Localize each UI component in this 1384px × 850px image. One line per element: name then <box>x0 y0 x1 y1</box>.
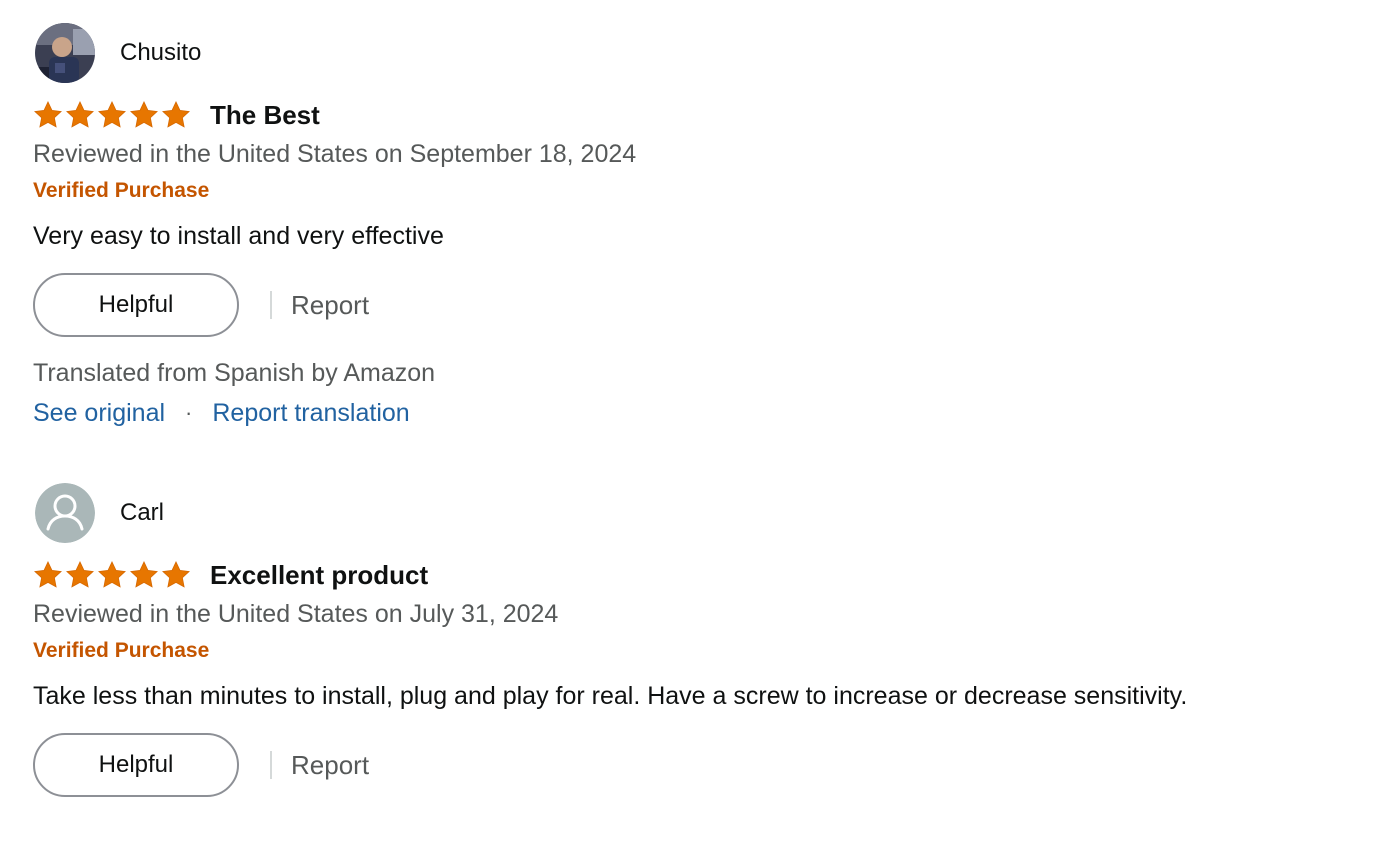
review-title[interactable]: The Best <box>210 100 320 131</box>
review-date: Reviewed in the United States on July 31… <box>33 600 559 628</box>
reviewer-avatar[interactable] <box>35 23 95 83</box>
helpful-button[interactable]: Helpful <box>33 273 239 337</box>
star-icon <box>162 100 190 128</box>
review-date: Reviewed in the United States on Septemb… <box>33 140 637 168</box>
see-original-link[interactable]: See original <box>33 399 165 428</box>
reviewer-profile[interactable]: Carl <box>33 482 1373 544</box>
helpful-button[interactable]: Helpful <box>33 733 239 797</box>
star-icon <box>34 100 62 128</box>
star-icon <box>34 560 62 588</box>
translation-note: Translated from Spanish by Amazon <box>33 359 436 387</box>
review-body: Take less than minutes to install, plug … <box>33 682 1188 710</box>
report-link[interactable]: Report <box>291 750 369 781</box>
star-icon <box>66 100 94 128</box>
review-title[interactable]: Excellent product <box>210 560 428 591</box>
review-card: Carl Excellent product Reviewed in the U… <box>33 482 1373 797</box>
star-icon <box>66 560 94 588</box>
star-icon <box>162 560 190 588</box>
reviewer-name[interactable]: Carl <box>120 499 164 527</box>
reviewer-profile[interactable]: Chusito <box>33 22 1373 84</box>
reviewer-name[interactable]: Chusito <box>120 39 201 67</box>
report-link[interactable]: Report <box>291 290 369 321</box>
default-user-icon <box>35 483 95 543</box>
reviewer-avatar[interactable] <box>35 483 95 543</box>
star-icon <box>98 100 126 128</box>
profile-photo-icon <box>35 23 95 83</box>
star-rating[interactable] <box>33 560 191 590</box>
review-body: Very easy to install and very effective <box>33 222 444 250</box>
action-divider <box>270 751 272 779</box>
star-icon <box>130 100 158 128</box>
star-rating[interactable] <box>33 100 191 130</box>
star-icon <box>130 560 158 588</box>
verified-purchase-badge: Verified Purchase <box>33 179 210 202</box>
review-card: Chusito The Best Reviewed in the United … <box>33 22 1373 429</box>
report-translation-link[interactable]: Report translation <box>212 399 409 428</box>
action-divider <box>270 291 272 319</box>
verified-purchase-badge: Verified Purchase <box>33 639 210 662</box>
link-separator: · <box>185 400 193 425</box>
star-icon <box>98 560 126 588</box>
